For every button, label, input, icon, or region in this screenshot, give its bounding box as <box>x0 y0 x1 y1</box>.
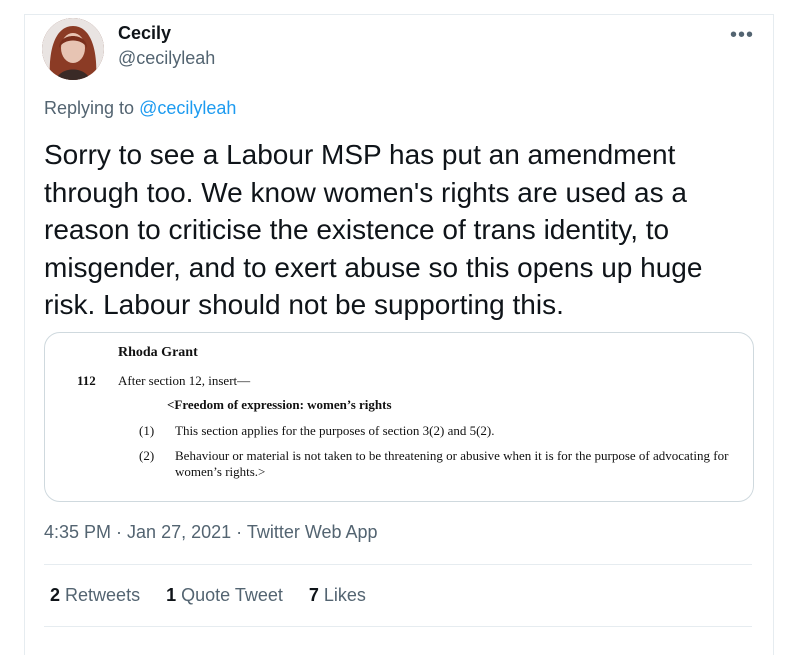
replying-prefix: Replying to <box>44 98 135 118</box>
quotes-count: 1 <box>166 585 177 605</box>
image-sub1-text: This section applies for the purposes of… <box>175 423 495 438</box>
tweet-image[interactable]: Rhoda Grant 112 After section 12, insert… <box>44 332 754 502</box>
meta-separator: · <box>111 522 128 542</box>
likes-count: 7 <box>308 585 319 605</box>
tweet-stats: 2 Retweets 1 Quote Tweet 7 Likes <box>50 585 366 606</box>
author-handle[interactable]: @cecilyleah <box>118 48 215 69</box>
tweet-date[interactable]: Jan 27, 2021 <box>127 522 231 542</box>
avatar[interactable] <box>42 18 104 80</box>
image-sub2-number: (2) <box>139 448 155 463</box>
replying-to: Replying to @cecilyleah <box>44 98 236 119</box>
retweets-count: 2 <box>50 585 61 605</box>
tweet-time[interactable]: 4:35 PM <box>44 522 111 542</box>
replying-handle-link[interactable]: @cecilyleah <box>139 98 236 118</box>
tweet-source-app[interactable]: Twitter Web App <box>247 522 378 542</box>
image-member-name: Rhoda Grant <box>118 345 198 360</box>
retweets-label: Retweets <box>65 585 141 605</box>
tweet-metadata: 4:35 PM · Jan 27, 2021 · Twitter Web App <box>44 522 378 543</box>
quotes-label: Quote Tweet <box>181 585 283 605</box>
divider <box>44 626 752 627</box>
likes-stat[interactable]: 7 Likes <box>309 585 366 606</box>
retweets-stat[interactable]: 2 Retweets <box>50 585 140 606</box>
image-heading: <Freedom of expression: women’s rights <box>167 397 392 412</box>
divider <box>44 564 752 565</box>
more-horizontal-icon[interactable]: ••• <box>730 24 754 47</box>
quote-tweets-stat[interactable]: 1 Quote Tweet <box>166 585 283 606</box>
image-sub2-text: Behaviour or material is not taken to be… <box>175 448 729 479</box>
image-insert-line: After section 12, insert— <box>118 373 251 388</box>
author-display-name[interactable]: Cecily <box>118 23 171 44</box>
meta-separator: · <box>231 522 247 542</box>
avatar-image <box>42 18 104 80</box>
tweet-text: Sorry to see a Labour MSP has put an ame… <box>44 139 703 320</box>
image-sub1-number: (1) <box>139 423 155 438</box>
image-amendment-number: 112 <box>77 373 96 388</box>
likes-label: Likes <box>323 585 366 605</box>
